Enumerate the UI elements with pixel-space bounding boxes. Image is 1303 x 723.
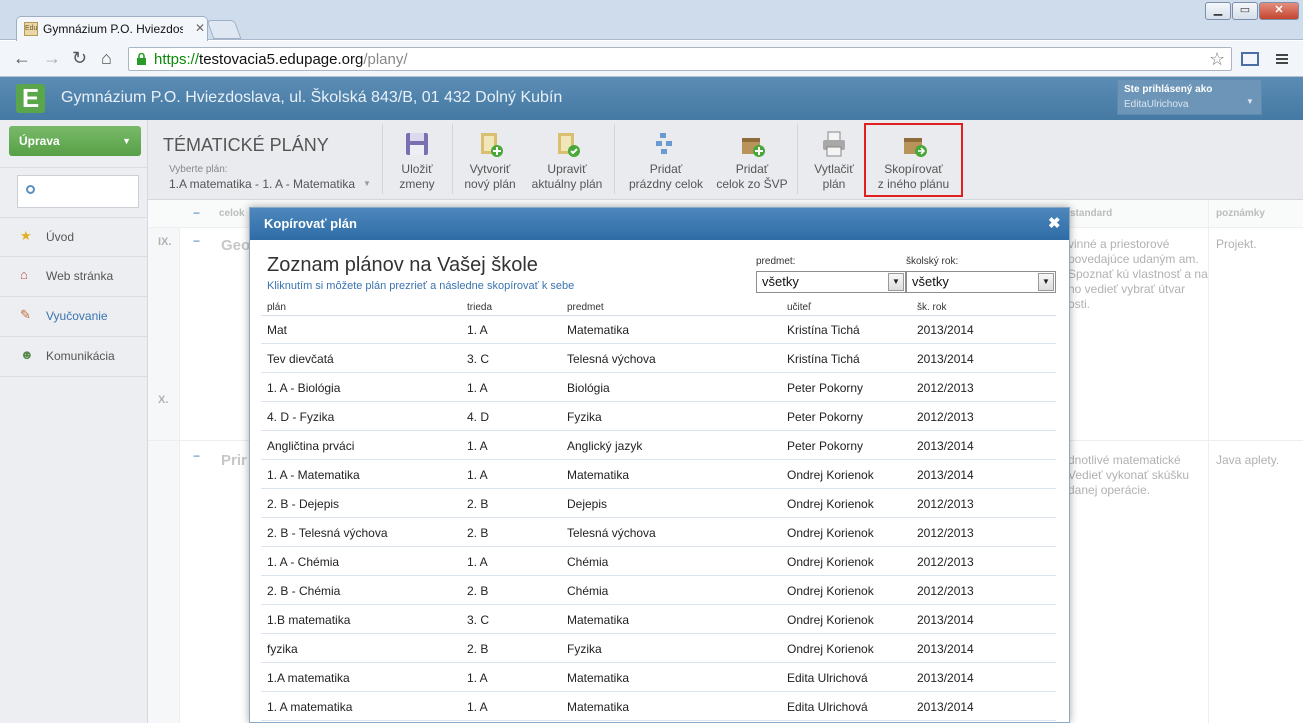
tab-title: Gymnázium P.O. Hviezdos [43, 22, 183, 36]
floppy-icon [406, 133, 428, 155]
site-header: E Gymnázium P.O. Hviezdoslava, ul. Škols… [0, 77, 1303, 120]
forward-arrow-icon[interactable]: → [43, 49, 61, 67]
col-year: šk. rok [917, 302, 947, 313]
chevron-down-icon: ▼ [1246, 97, 1254, 106]
table-row[interactable]: 2. B - Telesná výchova 2. B Telesná výchov… [261, 518, 1056, 547]
print-plan-button[interactable]: Vytlačiť plán [799, 130, 869, 192]
table-row[interactable]: Angličtina prváci 1. A Anglický jazyk Peter… [261, 431, 1056, 460]
login-dropdown[interactable]: Ste prihlásený ako EditaUlrichova ▼ [1117, 79, 1262, 115]
pen-icon: ✎ [20, 307, 31, 322]
col-class: trieda [467, 302, 493, 313]
sidebar-item-vyucovanie[interactable]: ✎ Vyučovanie [20, 307, 145, 327]
plan-select-label: Vyberte plán: [169, 164, 228, 175]
copy-plan-dialog: Kopírovať plán ✖ Zoznam plánov na Vašej … [249, 207, 1070, 723]
minimize-button[interactable]: ▁ [1205, 2, 1231, 20]
printer-icon [823, 131, 845, 157]
table-row[interactable]: 1.B matematika 3. C Matematika Ondrej Korie… [261, 605, 1056, 634]
table-row[interactable]: fyzika 2. B Fyzika Ondrej Korienok 2013/2014 [261, 634, 1056, 663]
close-window-button[interactable]: ✕ [1259, 2, 1299, 20]
new-plan-button[interactable]: Vytvoriť nový plán [455, 130, 525, 192]
sidebar-search-input[interactable] [17, 175, 139, 208]
tab-favicon-icon: Edu [24, 22, 38, 36]
col-subject: predmet [567, 302, 604, 313]
edit-button[interactable]: Úprava ▼ [9, 126, 141, 156]
table-row[interactable]: 1.A matematika 1. A Matematika Edita Ulrich… [261, 663, 1056, 692]
year-filter-label: školský rok: [906, 256, 959, 267]
sidebar-item-uvod[interactable]: ★ Úvod [20, 228, 145, 248]
home-icon[interactable]: ⌂ [101, 49, 112, 67]
highlight-box [864, 123, 963, 197]
chevron-down-icon: ▼ [888, 273, 904, 291]
table-row[interactable]: 2. B - Dejepis 2. B Dejepis Ondrej Korienok… [261, 489, 1056, 518]
page-title: TÉMATICKÉ PLÁNY [163, 135, 329, 155]
star-icon: ★ [20, 228, 32, 243]
col-teacher: učiteľ [787, 302, 812, 313]
subject-filter-label: predmet: [756, 256, 796, 267]
house-icon: ⌂ [20, 267, 28, 282]
menu-icon[interactable] [1275, 52, 1289, 66]
plans-table-header: plán trieda predmet učiteľ šk. rok [261, 300, 1056, 316]
add-empty-unit-button[interactable]: Pridať prázdny celok [626, 130, 706, 192]
package-add-icon [742, 138, 765, 157]
table-row[interactable]: Mat 1. A Matematika Kristína Tichá 2013/2014 [261, 315, 1056, 344]
login-user: EditaUlrichova [1124, 99, 1189, 110]
table-row[interactable]: 1. A - Chémia 1. A Chémia Ondrej Korienok 20… [261, 547, 1056, 576]
col-plan: plán [267, 302, 286, 313]
search-icon [26, 185, 35, 194]
people-icon: ☻ [20, 347, 34, 362]
table-row[interactable]: 1. A - Biológia 1. A Biológia Peter Pokorny… [261, 373, 1056, 402]
table-row[interactable]: 4. D - Fyzika 4. D Fyzika Peter Pokorny 2012… [261, 402, 1056, 431]
address-bar[interactable]: https://testovacia5.edupage.org/plany/ ☆ [128, 47, 1232, 71]
back-arrow-icon[interactable]: ← [13, 49, 31, 67]
chevron-down-icon: ▼ [122, 136, 131, 146]
sidebar-item-komunikacia[interactable]: ☻ Komunikácia [20, 347, 145, 367]
bookmark-star-icon[interactable]: ☆ [1209, 49, 1225, 70]
maximize-button[interactable]: ▭ [1232, 2, 1258, 20]
new-document-icon [481, 133, 503, 157]
table-row[interactable]: Tev dievčatá 3. C Telesná výchova Kristína … [261, 344, 1056, 373]
browser-tab[interactable]: Edu Gymnázium P.O. Hviezdos ✕ [16, 16, 208, 41]
reload-icon[interactable]: ↻ [72, 49, 87, 67]
dialog-title: Zoznam plánov na Vašej škole [267, 254, 538, 276]
plan-select[interactable]: 1.A matematika - 1. A - Matematika ▼ [169, 177, 371, 191]
sidebar-item-web[interactable]: ⌂ Web stránka [20, 267, 145, 287]
cast-icon[interactable] [1241, 51, 1259, 67]
edupage-logo[interactable]: E [16, 84, 45, 113]
year-filter-select[interactable]: všetky ▼ [906, 271, 1056, 293]
save-button[interactable]: Uložiť zmeny [382, 130, 452, 192]
table-row[interactable]: 2. B - Chémia 2. B Chémia Ondrej Korienok 20… [261, 576, 1056, 605]
login-label: Ste prihlásený ako [1124, 84, 1213, 95]
add-svp-unit-button[interactable]: Pridať celok zo ŠVP [713, 130, 791, 192]
chevron-down-icon: ▼ [363, 179, 371, 188]
chevron-down-icon: ▼ [1038, 273, 1054, 291]
table-row[interactable]: 1. A - Matematika 1. A Matematika Ondrej Ko… [261, 460, 1056, 489]
close-icon[interactable]: ✖ [1048, 216, 1061, 231]
blocks-icon [656, 133, 672, 154]
edit-document-icon [558, 133, 580, 157]
tab-close-icon[interactable]: ✕ [195, 21, 205, 35]
lock-icon [137, 52, 146, 65]
subject-filter-select[interactable]: všetky ▼ [756, 271, 906, 293]
dialog-header: Kopírovať plán [250, 208, 1069, 240]
edit-plan-button[interactable]: Upraviť aktuálny plán [531, 130, 603, 192]
url-text: https://testovacia5.edupage.org/plany/ [154, 51, 408, 68]
sidebar [0, 120, 148, 723]
dialog-hint: Kliknutím si môžete plán prezrieť a násl… [267, 280, 575, 292]
school-name: Gymnázium P.O. Hviezdoslava, ul. Školská… [61, 89, 563, 106]
table-row[interactable]: 1. A matematika 1. A Matematika Edita Ulric… [261, 692, 1056, 721]
